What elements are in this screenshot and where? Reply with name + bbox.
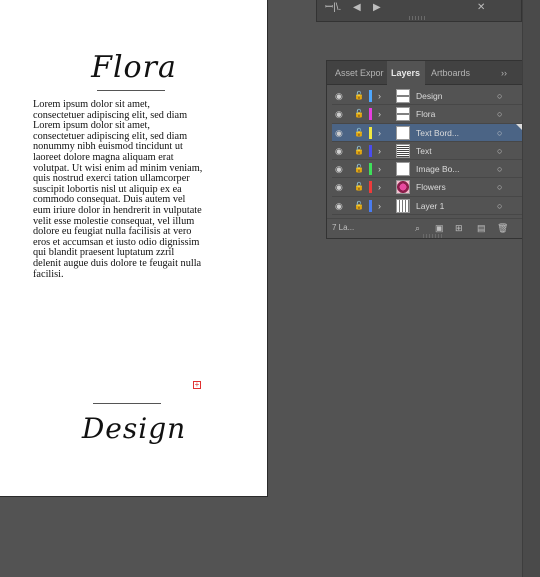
new-sublayer-icon[interactable]: ⊞ [455,219,463,237]
expand-chevron-icon[interactable]: › [378,142,386,160]
expand-chevron-icon[interactable]: › [378,178,386,196]
layer-thumbnail [396,198,410,213]
library-icon[interactable]: ꟷ|\. [325,2,341,14]
layer-name[interactable]: Design [416,87,486,105]
lock-icon[interactable]: 🔓 [354,160,364,178]
visibility-eye-icon[interactable]: ◉ [335,197,347,215]
layers-grip[interactable] [423,234,443,238]
target-circle-icon[interactable]: ○ [497,197,507,215]
layer-color-swatch [369,199,372,212]
visibility-eye-icon[interactable]: ◉ [335,87,347,105]
lock-icon[interactable]: 🔓 [354,87,364,105]
expand-chevron-icon[interactable]: › [378,160,386,178]
lock-icon[interactable]: 🔓 [354,197,364,215]
layer-row[interactable]: ◉ 🔓 › Flora ○ [332,105,522,124]
panel-overflow-icon[interactable]: ›› [497,61,513,85]
visibility-eye-icon[interactable]: ◉ [335,142,347,160]
tab-asset-export[interactable]: Asset Expor [331,61,387,85]
top-control-panel: ꟷ|\. ◀ ▶ ✕ [316,0,522,22]
layer-thumbnail [396,162,410,177]
bottom-rule [93,403,161,404]
layer-row[interactable]: ◉ 🔓 › Text ○ [332,142,522,161]
target-circle-icon[interactable]: ○ [497,178,507,196]
layer-count-label: 7 La... [332,223,355,232]
next-icon[interactable]: ▶ [373,2,381,14]
layer-name[interactable]: Text Bord... [416,124,486,142]
expand-chevron-icon[interactable]: › [378,105,386,123]
layer-name[interactable]: Image Bo... [416,160,486,178]
visibility-eye-icon[interactable]: ◉ [335,160,347,178]
layer-name[interactable]: Flowers [416,178,486,196]
title-flora[interactable]: Flora [0,50,268,85]
top-rule [97,90,165,91]
target-circle-icon[interactable]: ○ [497,160,507,178]
visibility-eye-icon[interactable]: ◉ [335,124,347,142]
expand-chevron-icon[interactable]: › [378,124,386,142]
tab-layers[interactable]: Layers [387,61,425,85]
expand-chevron-icon[interactable]: › [378,87,386,105]
layer-thumbnail [396,143,410,158]
layers-list: ◉ 🔓 › Design ○ ◉ 🔓 › Flora ○ ◉ 🔓 › Text Bord... ○ ◉ 🔓 › Te… [332,87,522,216]
visibility-eye-icon[interactable]: ◉ [335,178,347,196]
layer-color-swatch [369,144,372,157]
lock-icon[interactable]: 🔓 [354,142,364,160]
tab-artboards[interactable]: Artboards [427,61,479,85]
layer-thumbnail [396,125,410,140]
search-icon[interactable]: ⌕ [415,219,420,237]
layer-row[interactable]: ◉ 🔓 › Layer 1 ○ [332,197,522,216]
layer-row[interactable]: ◉ 🔓 › Text Bord... ○ [332,123,522,142]
tools-icon[interactable]: ✕ [477,2,485,14]
visibility-eye-icon[interactable]: ◉ [335,105,347,123]
lock-icon[interactable]: 🔓 [354,124,364,142]
layer-thumbnail [396,180,410,195]
layer-row[interactable]: ◉ 🔓 › Flowers ○ [332,178,522,197]
layer-name[interactable]: Text [416,142,486,160]
title-design[interactable]: Design [0,412,268,445]
prev-icon[interactable]: ◀ [353,2,361,14]
layer-color-swatch [369,181,372,194]
expand-chevron-icon[interactable]: › [378,197,386,215]
panel-tabs: Asset Expor Layers Artboards ›› ≡ [327,61,538,85]
target-circle-icon[interactable]: ○ [497,124,507,142]
layer-thumbnail [396,107,410,122]
layer-color-swatch [369,108,372,121]
target-circle-icon[interactable]: ○ [497,105,507,123]
body-text-frame[interactable]: Lorem ipsum dolor sit amet, consectetuer… [33,99,203,280]
lock-icon[interactable]: 🔓 [354,105,364,123]
layer-color-swatch [369,126,372,139]
delete-icon[interactable]: 🗑 [497,219,508,237]
layer-row[interactable]: ◉ 🔓 › Image Bo... ○ [332,160,522,179]
text-overflow-icon[interactable]: + [193,381,201,389]
panel-grip[interactable] [409,16,427,20]
layers-panel: Asset Expor Layers Artboards ›› ≡ ◉ 🔓 › Des… [326,60,539,239]
layer-thumbnail [396,89,410,103]
artboard[interactable]: Flora Lorem ipsum dolor sit amet, consec… [0,0,268,497]
layer-name[interactable]: Flora [416,105,486,123]
layer-color-swatch [369,163,372,176]
new-layer-icon[interactable]: ▤ [477,219,486,237]
right-dock-strip [522,0,540,577]
layer-row[interactable]: ◉ 🔓 › Design ○ [332,87,522,106]
layer-color-swatch [369,90,372,102]
target-circle-icon[interactable]: ○ [497,142,507,160]
layer-name[interactable]: Layer 1 [416,197,486,215]
target-circle-icon[interactable]: ○ [497,87,507,105]
lock-icon[interactable]: 🔓 [354,178,364,196]
